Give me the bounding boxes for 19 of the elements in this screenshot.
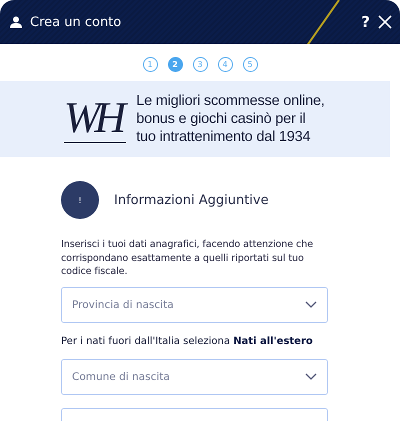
step-indicator[interactable]: 1 [142, 57, 158, 72]
banner-tagline: Le migliori scommesse online, bonus e giochi casinò per il tuo intrattenimento dal 1934 [136, 92, 326, 146]
step-indicator[interactable]: 5 [242, 57, 258, 72]
info-badge: ! [61, 181, 99, 219]
chevron-icon [305, 301, 317, 308]
close-button[interactable] [378, 15, 392, 29]
section-title: Informazioni Aggiuntive [114, 192, 269, 208]
brand-logo: WH [64, 96, 126, 142]
dropdown-field[interactable]: Provincia di nascita [61, 286, 328, 322]
intro-text: Inserisci i tuoi dati anagrafici, facendo attenzione che corrispondano esattamente a quelli riportati sul tuo codice fiscale. [61, 238, 314, 278]
hint-text: Per i nati fuori dall'Italia seleziona Nati all'estero [61, 336, 314, 346]
dialog-title: Crea un conto [30, 14, 122, 30]
help-button[interactable]: ? [361, 13, 370, 31]
step-indicator[interactable]: 4 [218, 57, 232, 72]
user-icon [10, 16, 22, 28]
dropdown-field[interactable]: Comune di nascita [61, 358, 328, 394]
chevron-icon [305, 373, 317, 380]
step-indicator[interactable]: 3 [192, 57, 208, 72]
step-indicator[interactable]: 2 [168, 57, 182, 72]
